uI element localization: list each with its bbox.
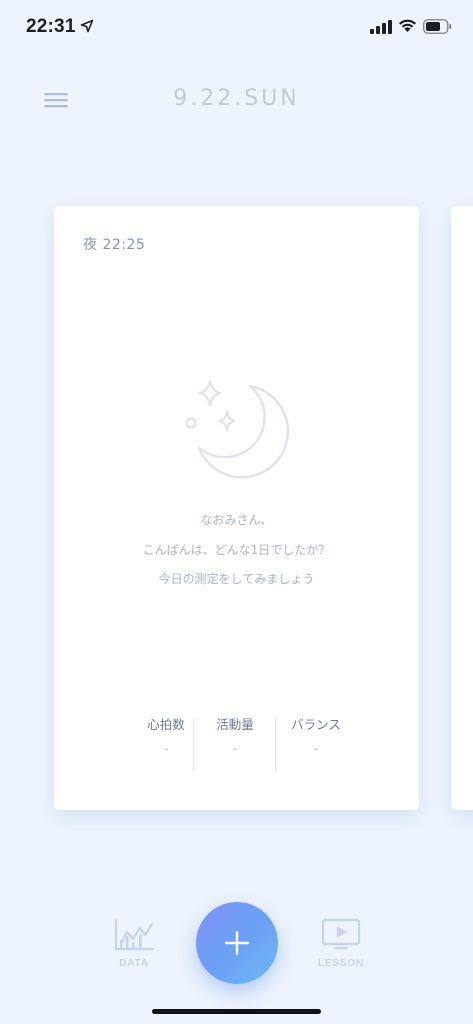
status-bar: 22:31 [0, 0, 473, 54]
moon-stars-icon [185, 379, 290, 479]
status-time: 22:31 [26, 16, 76, 37]
next-card[interactable] [451, 206, 473, 810]
video-play-icon [321, 918, 361, 950]
plus-icon [225, 931, 249, 955]
home-indicator[interactable] [152, 1009, 321, 1014]
line-chart-icon [114, 918, 155, 951]
measurement-card[interactable]: 夜 22:25 なおみさん、 こんばんは、どんな1日でしたか？ 今日の測定をして… [54, 206, 419, 810]
tab-lesson[interactable]: LESSON [310, 914, 372, 972]
greeting-line: 今日の測定をしてみましょう [158, 572, 315, 586]
wifi-icon [399, 19, 416, 32]
add-measurement-button[interactable] [196, 902, 278, 984]
greeting-message: なおみさん、 こんばんは、どんな1日でしたか？ 今日の測定をしてみましょう [54, 506, 419, 595]
signal-bars-icon [370, 20, 392, 34]
metric-label: バランス [291, 717, 341, 732]
metrics-row: 心拍数 - 活動量 - バランス - [125, 709, 370, 772]
greeting-line: なおみさん、 [200, 513, 273, 527]
tab-data-label: DATA [119, 958, 149, 969]
tab-lesson-label: LESSON [318, 958, 364, 969]
greeting-line: こんばんは、どんな1日でしたか？ [142, 542, 331, 557]
metric-activity: 活動量 - [194, 709, 276, 771]
card-time: 夜 22:25 [83, 237, 146, 253]
metric-label: 活動量 [216, 717, 254, 732]
metric-value: - [313, 739, 319, 758]
location-arrow-icon [80, 19, 94, 33]
metric-value: - [232, 739, 238, 758]
metric-balance: バランス - [275, 709, 357, 771]
page-title: 9.22.SUN [173, 86, 300, 111]
battery-icon [423, 19, 452, 34]
tab-data[interactable]: DATA [106, 914, 162, 972]
